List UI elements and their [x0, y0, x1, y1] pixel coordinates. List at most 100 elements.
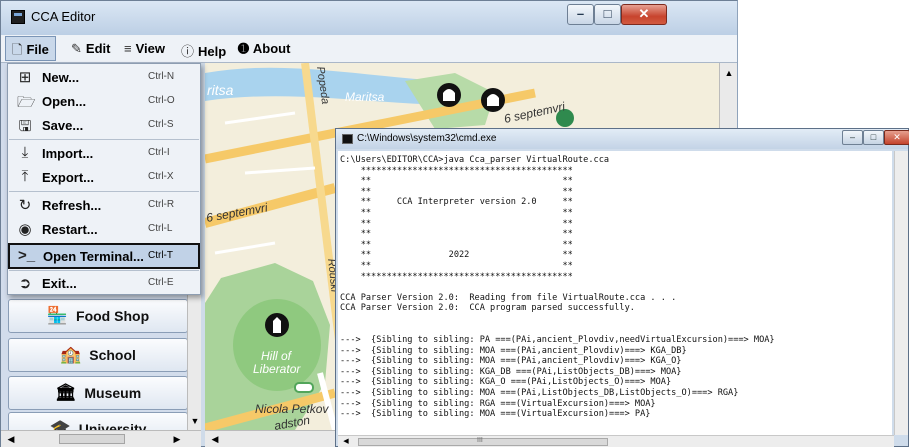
console-line: ** **	[340, 186, 573, 197]
menu-file-label: File	[26, 42, 49, 57]
school-icon: 🏫	[60, 345, 82, 364]
console-line: ---> {Sibling to sibling: MOA ===(PAi,an…	[340, 345, 687, 356]
map-label-ritsa: ritsa	[207, 82, 234, 98]
cmd-window-title: C:\Windows\system32\cmd.exe	[357, 133, 497, 144]
menu-separator	[9, 270, 199, 271]
console-line: ---> {Sibling to sibling: MOA ===(PAi,Li…	[340, 388, 739, 399]
scroll-right-icon[interactable]: ▶	[169, 431, 185, 447]
menu-help[interactable]: ⓘ Help	[181, 41, 226, 60]
console-line: ****************************************…	[340, 165, 573, 176]
menu-bar: 🗋 File ✎ Edit ≡ View ⓘ Help ➊ About	[1, 35, 737, 63]
scroll-thumb-grip: III	[477, 437, 483, 444]
menu-view[interactable]: ≡ View	[124, 41, 165, 56]
menu-about-label: About	[252, 41, 291, 56]
menu-item-open-terminal[interactable]: >_ Open Terminal... Ctrl-T	[8, 243, 200, 269]
console-line: CCA Parser Version 2.0: CCA program pars…	[340, 303, 635, 314]
console-line: ---> {Sibling to sibling: RGA ===(Virtua…	[340, 398, 656, 409]
console-line: ** **	[340, 218, 573, 229]
close-button[interactable]: ✕	[621, 4, 667, 25]
console-line: C:\Users\EDITOR\CCA>java Cca_parser Virt…	[340, 155, 610, 165]
menu-item-refresh[interactable]: ↻ Refresh... Ctrl-R	[9, 194, 199, 218]
console-line: ** CCA Interpreter version 2.0 **	[340, 197, 573, 208]
map-label-nicola-petkov: Nicola Petkov	[255, 402, 329, 416]
desktop: CCA Editor – □ ✕ 🗋 File ✎ Edit ≡ View ⓘ Help…	[0, 0, 909, 447]
school-label: School	[89, 347, 136, 363]
console-icon	[342, 134, 353, 144]
menu-separator	[9, 191, 199, 192]
scroll-down-icon[interactable]: ▼	[187, 413, 203, 429]
cmd-horizontal-scrollbar[interactable]: ◀ III	[338, 435, 894, 447]
menu-separator	[9, 139, 199, 140]
app-icon	[11, 10, 25, 24]
scroll-up-icon[interactable]: ▲	[721, 65, 737, 81]
scroll-thumb[interactable]	[59, 434, 125, 444]
scroll-left-icon[interactable]: ◀	[3, 431, 19, 447]
export-icon: ⤒	[21, 168, 29, 185]
menu-item-save[interactable]: 🖫 Save... Ctrl-S	[9, 114, 199, 138]
museum-button[interactable]: 🏛 Museum	[8, 376, 188, 410]
scroll-thumb[interactable]: III	[358, 437, 608, 446]
cmd-close-button[interactable]: ✕	[884, 130, 909, 145]
view-icon: ≡	[124, 41, 132, 56]
cmd-vertical-scrollbar[interactable]	[894, 151, 908, 435]
menu-file[interactable]: 🗋 File	[5, 36, 56, 61]
school-button[interactable]: 🏫 School	[8, 338, 188, 372]
console-line: ---> {Sibling to sibling: KGA_O ===(PAi,…	[340, 377, 672, 388]
menu-item-open[interactable]: 🗁 Open... Ctrl-O	[9, 90, 199, 114]
editor-title-bar[interactable]: CCA Editor – □ ✕	[1, 1, 737, 35]
console-line: ** **	[340, 229, 573, 240]
command-prompt-window: C:\Windows\system32\cmd.exe – □ ✕ C:\Use…	[335, 128, 909, 447]
file-icon: 🗋	[12, 42, 23, 57]
console-line: ** **	[340, 260, 573, 271]
panel-horizontal-scrollbar[interactable]: ◀ ▶	[1, 430, 201, 447]
maximize-button[interactable]: □	[594, 4, 621, 25]
cmd-title-bar[interactable]: C:\Windows\system32\cmd.exe – □ ✕	[336, 129, 909, 149]
console-line: CCA Parser Version 2.0: Reading from fil…	[340, 292, 677, 303]
scroll-left-icon[interactable]: ◀	[207, 431, 223, 447]
graduation-cap-icon: 🎓	[49, 419, 71, 430]
console-line: ** **	[340, 176, 573, 187]
menu-item-import[interactable]: ⤓ Import... Ctrl-I	[9, 142, 199, 166]
menu-edit-label: Edit	[85, 41, 111, 56]
menu-view-label: View	[135, 41, 165, 56]
map-label-maritsa: Maritsa	[345, 90, 385, 104]
file-dropdown-menu: ⊞ New... Ctrl-N 🗁 Open... Ctrl-O 🖫 Save... Ctr…	[7, 63, 201, 295]
museum-icon: 🏛	[54, 383, 77, 402]
help-icon: ⓘ	[181, 44, 195, 59]
import-icon: ⤓	[21, 144, 29, 161]
console-line: ** 2022 **	[340, 250, 573, 261]
menu-item-new[interactable]: ⊞ New... Ctrl-N	[9, 66, 199, 90]
menu-item-export[interactable]: ⤒ Export... Ctrl-X	[9, 166, 199, 190]
floppy-icon: 🖫	[18, 118, 32, 135]
scroll-left-icon[interactable]: ◀	[338, 434, 354, 447]
menu-about[interactable]: ➊ About	[238, 41, 290, 57]
cmd-minimize-button[interactable]: –	[842, 130, 863, 145]
food-shop-button[interactable]: 🏪 Food Shop	[8, 299, 188, 333]
menu-item-restart[interactable]: ◉ Restart... Ctrl-L	[9, 218, 199, 242]
console-line: ---> {Sibling to sibling: PA ===(PAi,anc…	[340, 335, 775, 346]
restart-icon: ◉	[18, 221, 32, 238]
shop-icon: 🏪	[46, 306, 69, 325]
console-line: ---> {Sibling to sibling: KGA_DB ===(PAi…	[340, 366, 682, 377]
minimize-button[interactable]: –	[567, 4, 594, 25]
console-line: ---> {Sibling to sibling: MOA ===(Virtua…	[340, 409, 651, 420]
terminal-icon: >_	[18, 247, 36, 264]
university-button[interactable]: 🎓 University	[8, 412, 188, 430]
menu-edit[interactable]: ✎ Edit	[71, 41, 110, 57]
cmd-maximize-button[interactable]: □	[863, 130, 884, 145]
console-output[interactable]: C:\Users\EDITOR\CCA>java Cca_parser Virt…	[338, 151, 892, 435]
console-line: ** **	[340, 207, 573, 218]
window-title: CCA Editor	[31, 9, 96, 24]
console-line: ****************************************…	[340, 271, 573, 282]
edit-icon: ✎	[71, 41, 82, 56]
food-shop-label: Food Shop	[76, 308, 150, 324]
university-label: University	[78, 421, 147, 430]
museum-label: Museum	[84, 385, 142, 401]
console-line: ** **	[340, 239, 573, 250]
new-file-icon: ⊞	[18, 69, 32, 86]
menu-item-exit[interactable]: ➲ Exit... Ctrl-E	[9, 272, 199, 296]
menu-help-label: Help	[198, 44, 227, 59]
console-line: ---> {Sibling to sibling: MOA ===(PAi,an…	[340, 356, 682, 367]
